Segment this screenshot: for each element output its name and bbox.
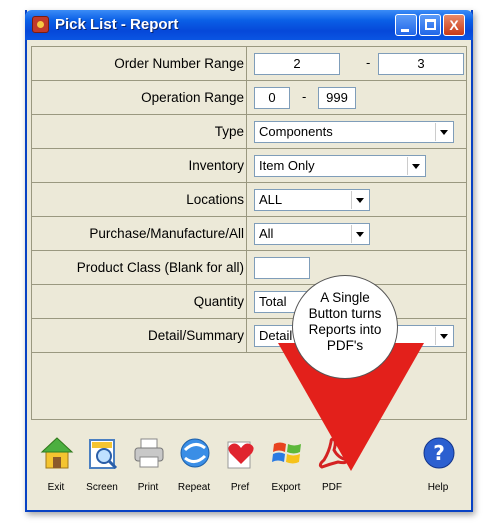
quantity-row: Quantity Total	[32, 285, 466, 319]
print-label: Print	[137, 482, 159, 493]
row-divider	[246, 81, 247, 114]
callout-line-2: Button turns	[308, 306, 382, 321]
locations-select[interactable]: ALL	[254, 189, 370, 211]
app-icon	[32, 16, 49, 33]
inventory-select[interactable]: Item Only	[254, 155, 426, 177]
repeat-label: Repeat	[177, 482, 211, 493]
row-divider	[246, 285, 247, 318]
repeat-button[interactable]: Repeat	[173, 436, 215, 502]
purchase-manufacture-select[interactable]: All	[254, 223, 370, 245]
operation-range-label: Operation Range	[141, 90, 244, 105]
quantity-label: Quantity	[193, 294, 244, 309]
minimize-button[interactable]	[395, 14, 417, 36]
inventory-value: Item Only	[259, 158, 315, 173]
chevron-down-icon[interactable]	[407, 157, 424, 175]
screen-preview-icon	[89, 439, 118, 470]
order-number-from-input[interactable]: 2	[254, 53, 340, 75]
house-icon	[40, 437, 74, 469]
exit-button[interactable]: Exit	[35, 436, 77, 502]
order-number-range-row: Order Number Range 2 - 3	[32, 47, 466, 81]
inventory-row: Inventory Item Only	[32, 149, 466, 183]
operation-from-input[interactable]: 0	[254, 87, 290, 109]
exit-label: Exit	[47, 482, 65, 493]
inventory-label: Inventory	[188, 158, 244, 173]
detail-summary-label: Detail/Summary	[147, 328, 244, 343]
order-range-dash: -	[366, 55, 371, 70]
row-divider	[246, 319, 247, 352]
screen-label: Screen	[86, 482, 118, 493]
product-class-label: Product Class (Blank for all)	[76, 260, 244, 275]
chevron-down-icon[interactable]	[351, 225, 368, 243]
order-number-to-input[interactable]: 3	[378, 53, 464, 75]
close-button[interactable]: X	[443, 14, 465, 36]
pref-label: Pref	[230, 482, 250, 493]
callout-line-3: Reports into	[308, 322, 382, 337]
quantity-value: Total	[259, 294, 287, 309]
type-label: Type	[214, 124, 244, 139]
row-divider	[246, 217, 247, 250]
printer-icon	[134, 438, 164, 468]
type-row: Type Components	[32, 115, 466, 149]
operation-range-dash: -	[302, 89, 307, 104]
callout-line-4: PDF's	[326, 338, 364, 353]
row-divider	[246, 149, 247, 182]
product-class-row: Product Class (Blank for all)	[32, 251, 466, 285]
maximize-icon	[425, 19, 436, 30]
purchase-manufacture-label: Purchase/Manufacture/All	[89, 226, 244, 241]
pref-button[interactable]: Pref	[219, 436, 261, 502]
row-divider	[246, 183, 247, 216]
maximize-button[interactable]	[419, 14, 441, 36]
window-title: Pick List - Report	[55, 16, 179, 33]
callout-line-1: A Single	[320, 290, 370, 305]
row-divider	[246, 115, 247, 148]
chevron-down-icon[interactable]	[435, 123, 452, 141]
heart-preferences-icon	[227, 441, 254, 469]
locations-row: Locations ALL	[32, 183, 466, 217]
purchase-manufacture-row: Purchase/Manufacture/All All	[32, 217, 466, 251]
row-divider	[246, 251, 247, 284]
type-select[interactable]: Components	[254, 121, 454, 143]
close-icon: X	[449, 17, 459, 33]
operation-range-row: Operation Range 0 - 999	[32, 81, 466, 115]
operation-to-input[interactable]: 999	[318, 87, 356, 109]
type-value: Components	[259, 124, 333, 139]
row-divider	[246, 47, 247, 80]
pdf-callout-bubble: A Single Button turns Reports into PDF's	[292, 275, 398, 379]
minimize-icon	[401, 29, 409, 32]
print-button[interactable]: Print	[127, 436, 169, 502]
chevron-down-icon[interactable]	[351, 191, 368, 209]
product-class-input[interactable]	[254, 257, 310, 279]
title-bar[interactable]: Pick List - Report X	[25, 10, 473, 40]
order-number-range-label: Order Number Range	[114, 56, 244, 71]
repeat-globe-icon	[180, 438, 210, 468]
locations-label: Locations	[186, 192, 244, 207]
screen-button[interactable]: Screen	[81, 436, 123, 502]
purchase-manufacture-value: All	[259, 226, 274, 241]
export-label: Export	[271, 482, 301, 493]
pdf-label: PDF	[322, 482, 342, 493]
locations-value: ALL	[259, 192, 283, 207]
help-label: Help	[427, 482, 449, 493]
